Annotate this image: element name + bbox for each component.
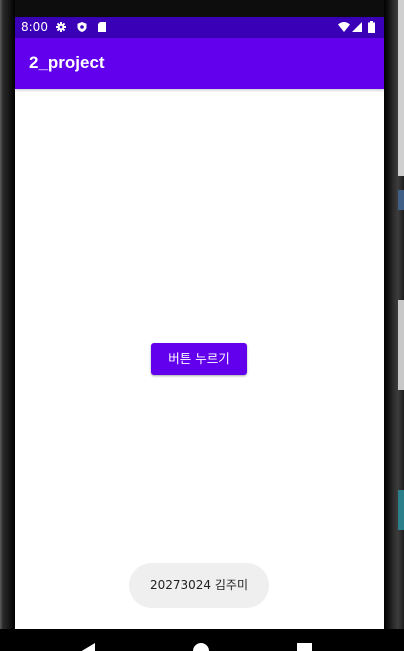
navigation-bar [0,629,404,651]
background-window-strip [398,490,404,530]
device-bezel-left [0,0,15,651]
toast-message: 20273024 김주미 [129,563,269,608]
battery-icon [368,21,375,33]
wifi-icon [338,22,350,32]
app-bar: 2_project [15,38,384,89]
back-icon[interactable] [80,643,95,651]
home-icon[interactable] [193,643,209,651]
status-bar: 8:00 [15,17,384,38]
background-window-strip [398,0,404,176]
device-bezel-top [15,0,384,17]
background-window-strip [398,190,404,210]
device-frame: 8:00 2_project 버튼 누르기 20273024 김주미 [0,0,404,651]
press-button[interactable]: 버튼 누르기 [151,343,247,375]
status-time: 8:00 [21,20,48,34]
cell-signal-icon [352,22,362,32]
shield-icon [77,22,87,32]
app-screen: 8:00 2_project 버튼 누르기 20273024 김주미 [15,17,384,629]
background-window-strip [398,300,404,390]
app-title: 2_project [29,53,105,72]
recents-icon[interactable] [297,643,312,651]
settings-gear-icon [56,22,66,32]
sd-card-icon [98,22,106,32]
